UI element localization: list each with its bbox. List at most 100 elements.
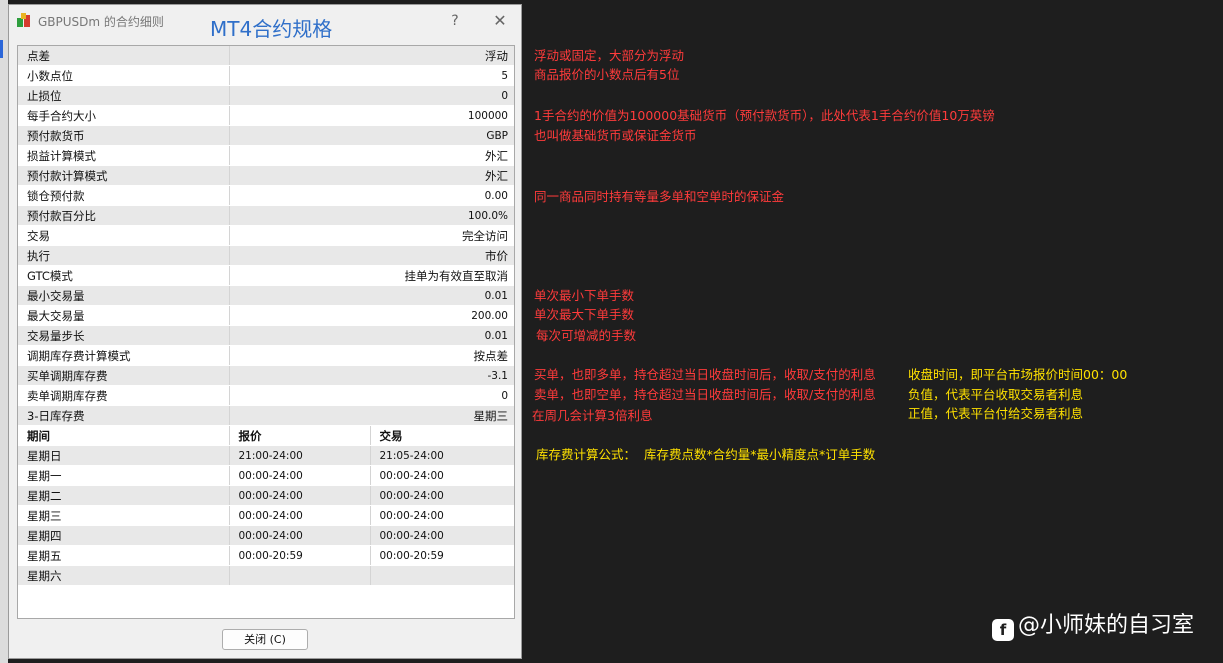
schedule-quote: 00:00-24:00 <box>229 465 371 486</box>
spec-row[interactable]: 预付款百分比 100.0% <box>18 205 514 226</box>
schedule-row[interactable]: 星期一 00:00-24:00 00:00-24:00 <box>18 465 514 486</box>
annotation-triple-swap: 在周几会计算3倍利息 <box>532 408 653 423</box>
spec-value: 0 <box>229 85 514 106</box>
spec-row[interactable]: 执行 市价 <box>18 245 514 266</box>
spec-value: 5 <box>229 65 514 86</box>
help-icon[interactable]: ? <box>445 11 465 31</box>
background-selection-marker <box>0 40 3 58</box>
spec-label: 买单调期库存费 <box>18 365 230 386</box>
spec-value: 市价 <box>229 245 514 266</box>
annotation-spread: 浮动或固定，大部分为浮动 <box>534 48 685 63</box>
spec-row[interactable]: 最小交易量 0.01 <box>18 285 514 306</box>
annotation-min-volume: 单次最小下单手数 <box>534 288 635 303</box>
spec-value: 挂单为有效直至取消 <box>229 265 514 286</box>
schedule-trade: 00:00-24:00 <box>370 465 514 486</box>
schedule-trade: 00:00-24:00 <box>370 485 514 506</box>
schedule-row[interactable]: 星期五 00:00-20:59 00:00-20:59 <box>18 545 514 566</box>
spec-row[interactable]: 卖单调期库存费 0 <box>18 385 514 406</box>
spec-label: 预付款百分比 <box>18 205 230 226</box>
annotation-digits: 商品报价的小数点后有5位 <box>534 67 680 82</box>
spec-row[interactable]: 3-日库存费 星期三 <box>18 405 514 426</box>
annotation-volume-step: 每次可增减的手数 <box>536 328 637 343</box>
contract-spec-dialog: GBPUSDm 的合约细则 MT4合约规格 ? ✕ 点差 浮动 小数点位 5 止损位 0 每… <box>8 4 522 659</box>
spec-row[interactable]: 预付款计算模式 外汇 <box>18 165 514 186</box>
spec-row[interactable]: 最大交易量 200.00 <box>18 305 514 326</box>
spec-label: 交易 <box>18 225 230 246</box>
background-window-edge <box>0 0 8 663</box>
spec-value: 100.0% <box>229 205 514 226</box>
schedule-row[interactable]: 星期日 21:00-24:00 21:05-24:00 <box>18 445 514 466</box>
schedule-row[interactable]: 星期三 00:00-24:00 00:00-24:00 <box>18 505 514 526</box>
spec-value: 0.01 <box>229 325 514 346</box>
schedule-day: 星期日 <box>18 445 230 466</box>
spec-row[interactable]: 交易 完全访问 <box>18 225 514 246</box>
title-bar[interactable]: GBPUSDm 的合约细则 MT4合约规格 ? ✕ <box>9 5 521 43</box>
schedule-row[interactable]: 星期二 00:00-24:00 00:00-24:00 <box>18 485 514 506</box>
close-button[interactable]: 关闭 (C) <box>222 629 308 650</box>
spec-row[interactable]: 止损位 0 <box>18 85 514 106</box>
schedule-day: 星期六 <box>18 565 230 586</box>
annotation-hedged-margin: 同一商品同时持有等量多单和空单时的保证金 <box>534 189 785 204</box>
spec-row[interactable]: 损益计算模式 外汇 <box>18 145 514 166</box>
spec-value: 100000 <box>229 105 514 126</box>
schedule-quote: 21:00-24:00 <box>229 445 371 466</box>
spec-table: 点差 浮动 小数点位 5 止损位 0 每手合约大小 100000 预付款货币 GBP 损益计算模式外… <box>18 46 514 586</box>
schedule-row[interactable]: 星期四 00:00-24:00 00:00-24:00 <box>18 525 514 546</box>
schedule-header-cell: 期间 <box>18 425 230 446</box>
spec-value: 外汇 <box>229 145 514 166</box>
schedule-day: 星期四 <box>18 525 230 546</box>
spec-row[interactable]: 点差 浮动 <box>18 46 514 66</box>
schedule-day: 星期三 <box>18 505 230 526</box>
schedule-header-cell: 报价 <box>229 425 371 446</box>
spec-label: 小数点位 <box>18 65 230 86</box>
schedule-header-cell: 交易 <box>370 425 514 446</box>
spec-label: 最大交易量 <box>18 305 230 326</box>
schedule-trade: 00:00-20:59 <box>370 545 514 566</box>
schedule-trade: 00:00-24:00 <box>370 525 514 546</box>
spec-label: 每手合约大小 <box>18 105 230 126</box>
schedule-trade: 21:05-24:00 <box>370 445 514 466</box>
spec-row[interactable]: 锁仓预付款 0.00 <box>18 185 514 206</box>
window-title: GBPUSDm 的合约细则 <box>38 15 164 29</box>
spec-label: 最小交易量 <box>18 285 230 306</box>
schedule-trade <box>370 565 514 586</box>
spec-row[interactable]: 每手合约大小 100000 <box>18 105 514 126</box>
spec-label: 预付款计算模式 <box>18 165 230 186</box>
annotation-formula: 库存费计算公式： 库存费点数*合约量*最小精度点*订单手数 <box>536 447 876 462</box>
schedule-quote: 00:00-24:00 <box>229 485 371 506</box>
spec-label: 3-日库存费 <box>18 405 230 426</box>
spec-label: 交易量步长 <box>18 325 230 346</box>
annotation-contract-size: 1手合约的价值为100000基础货币（预付款货币），此处代表1手合约价值10万英… <box>534 108 995 123</box>
annotation-margin-currency: 也叫做基础货币或保证金货币 <box>534 128 697 143</box>
spec-row[interactable]: 预付款货币 GBP <box>18 125 514 146</box>
spec-value: 0 <box>229 385 514 406</box>
spec-row[interactable]: GTC模式 挂单为有效直至取消 <box>18 265 514 286</box>
spec-row[interactable]: 买单调期库存费 -3.1 <box>18 365 514 386</box>
annotation-positive: 正值，代表平台付给交易者利息 <box>908 406 1084 421</box>
spec-label: 点差 <box>18 46 230 66</box>
spec-row[interactable]: 小数点位 5 <box>18 65 514 86</box>
spec-value: 外汇 <box>229 165 514 186</box>
spec-row[interactable]: 交易量步长 0.01 <box>18 325 514 346</box>
spec-value: 按点差 <box>229 345 514 366</box>
spec-label: 止损位 <box>18 85 230 106</box>
schedule-quote: 00:00-20:59 <box>229 545 371 566</box>
spec-value: 0.01 <box>229 285 514 306</box>
spec-value: 0.00 <box>229 185 514 206</box>
spec-row[interactable]: 调期库存费计算模式 按点差 <box>18 345 514 366</box>
spec-label: 卖单调期库存费 <box>18 385 230 406</box>
overlay-title: MT4合约规格 <box>210 17 333 41</box>
spec-label: 调期库存费计算模式 <box>18 345 230 366</box>
app-icon <box>17 13 30 27</box>
watermark: f @小师妹的自习室 <box>992 607 1194 641</box>
spec-value: 星期三 <box>229 405 514 426</box>
spec-value: 浮动 <box>229 46 514 66</box>
close-icon[interactable]: ✕ <box>490 11 510 31</box>
schedule-quote <box>229 565 371 586</box>
schedule-day: 星期一 <box>18 465 230 486</box>
annotation-max-volume: 单次最大下单手数 <box>534 307 635 322</box>
schedule-row[interactable]: 星期六 <box>18 565 514 586</box>
spec-table-area[interactable]: 点差 浮动 小数点位 5 止损位 0 每手合约大小 100000 预付款货币 GBP 损益计算模式外… <box>17 45 515 619</box>
annotation-close-time: 收盘时间，即平台市场报价时间00：00 <box>908 367 1128 382</box>
schedule-day: 星期二 <box>18 485 230 506</box>
